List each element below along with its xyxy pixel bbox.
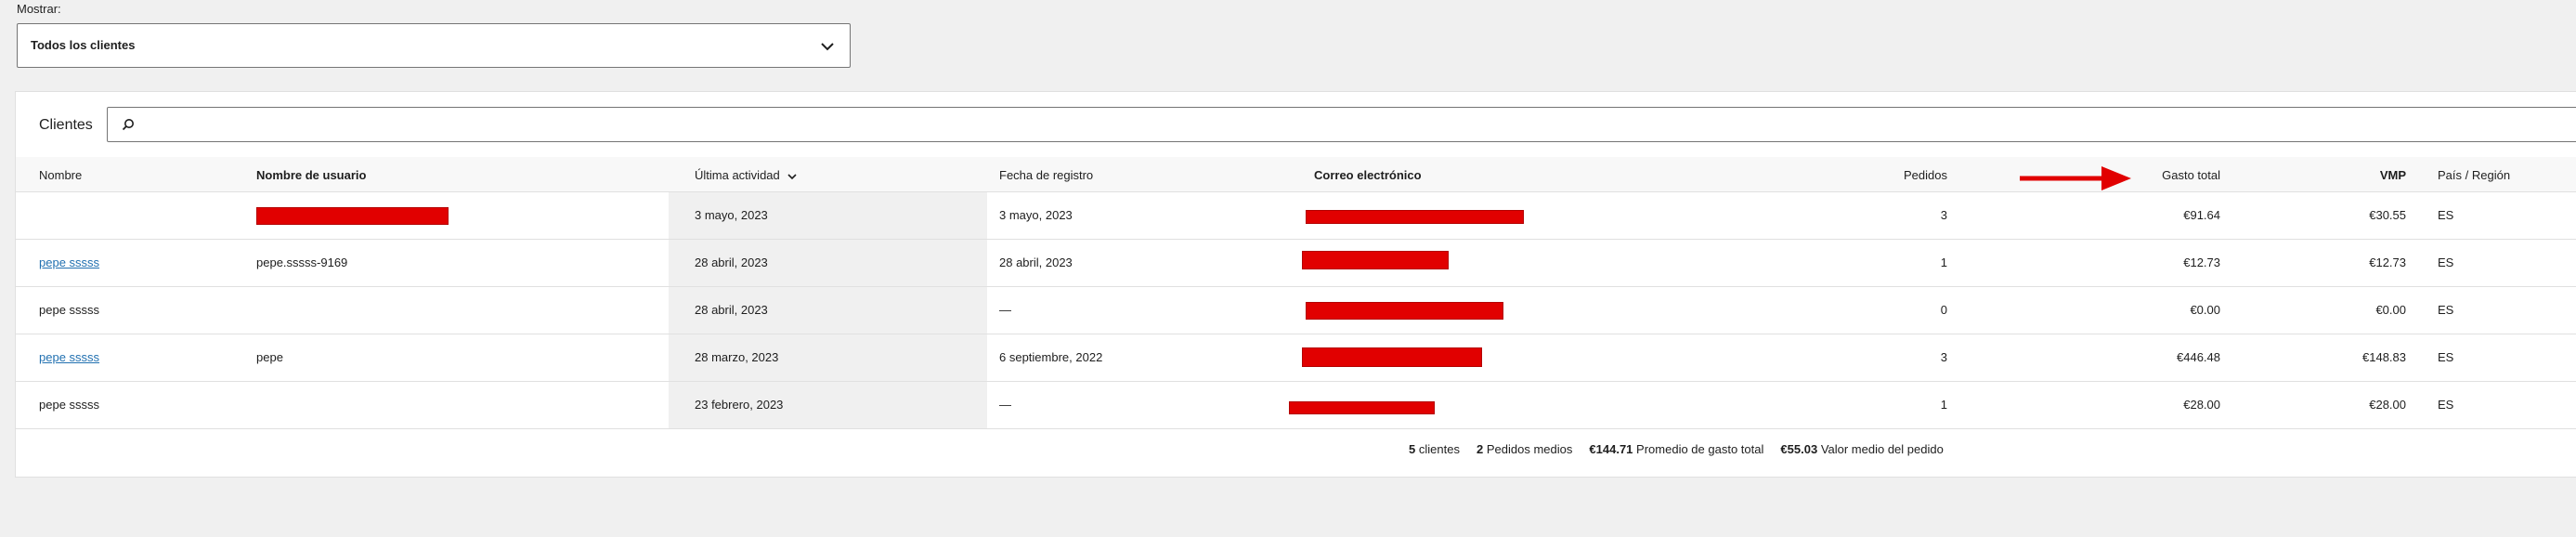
arrow-annotation-icon — [2020, 166, 2131, 190]
table-row: pepe sssss 28 abril, 2023 — 0 €0.00 €0.0… — [16, 286, 2576, 334]
col-header-country[interactable]: País / Región — [2438, 168, 2510, 182]
cell-country: ES — [2438, 398, 2454, 412]
cell-total-spend: €28.00 — [2183, 398, 2220, 412]
search-box[interactable] — [107, 107, 2576, 142]
cell-last-active: 28 marzo, 2023 — [695, 350, 779, 364]
col-header-last-active[interactable]: Última actividad — [695, 168, 798, 182]
filter-selected-value: Todos los clientes — [31, 38, 136, 52]
cell-name-link[interactable]: pepe sssss — [39, 350, 99, 364]
cell-country: ES — [2438, 303, 2454, 317]
summary-avg-spend-label: Promedio de gasto total — [1636, 442, 1764, 456]
summary-customers-count: 5 — [1409, 442, 1416, 456]
table-row: pepe sssss 23 febrero, 2023 — 1 €28.00 €… — [16, 381, 2576, 429]
filter-label: Mostrar: — [17, 2, 61, 16]
chevron-down-icon — [787, 173, 797, 179]
customers-card: Clientes Nombre Nombre de usuario Última… — [15, 91, 2576, 478]
col-header-last-active-label: Última actividad — [695, 168, 780, 182]
summary-avg-orders-label: Pedidos medios — [1486, 442, 1573, 456]
cell-country: ES — [2438, 208, 2454, 222]
summary-bar: 5 clientes 2 Pedidos medios €144.71 Prom… — [1409, 442, 1944, 456]
redacted-email — [1302, 251, 1449, 269]
cell-last-active: 3 mayo, 2023 — [695, 208, 768, 222]
col-header-username[interactable]: Nombre de usuario — [256, 168, 366, 182]
cell-aov: €12.73 — [2369, 255, 2406, 269]
cell-orders: 3 — [1940, 350, 1947, 364]
redacted-email — [1289, 401, 1435, 414]
col-header-email[interactable]: Correo electrónico — [1314, 168, 1422, 182]
cell-date-registered: 6 septiembre, 2022 — [999, 350, 1103, 364]
cell-username: pepe.sssss-9169 — [256, 255, 348, 269]
cell-total-spend: €446.48 — [2177, 350, 2220, 364]
cell-total-spend: €0.00 — [2190, 303, 2220, 317]
cell-aov: €28.00 — [2369, 398, 2406, 412]
cell-name: pepe sssss — [39, 398, 100, 412]
cell-aov: €148.83 — [2362, 350, 2406, 364]
card-title: Clientes — [39, 117, 93, 133]
summary-customers-label: clientes — [1418, 442, 1460, 456]
col-header-name[interactable]: Nombre — [39, 168, 82, 182]
search-icon — [122, 119, 134, 131]
table-row: 3 mayo, 2023 3 mayo, 2023 3 €91.64 €30.5… — [16, 191, 2576, 240]
redacted-email — [1306, 210, 1524, 224]
redacted-email — [1306, 302, 1503, 320]
cell-date-registered: 28 abril, 2023 — [999, 255, 1073, 269]
cell-date-registered: 3 mayo, 2023 — [999, 208, 1073, 222]
cell-orders: 1 — [1940, 398, 1947, 412]
cell-total-spend: €12.73 — [2183, 255, 2220, 269]
cell-orders: 3 — [1940, 208, 1947, 222]
summary-aov-value: €55.03 — [1780, 442, 1818, 456]
customer-filter-select[interactable]: Todos los clientes — [17, 23, 851, 68]
cell-name: pepe sssss — [39, 303, 100, 317]
redacted-username — [256, 207, 449, 225]
summary-avg-orders: 2 — [1477, 442, 1484, 456]
col-header-date-registered[interactable]: Fecha de registro — [999, 168, 1093, 182]
cell-username: pepe — [256, 350, 283, 364]
cell-name-link[interactable]: pepe sssss — [39, 255, 99, 269]
col-header-orders[interactable]: Pedidos — [1854, 168, 1947, 182]
cell-last-active: 28 abril, 2023 — [695, 303, 768, 317]
col-header-aov[interactable]: VMP — [2295, 168, 2406, 182]
cell-country: ES — [2438, 350, 2454, 364]
cell-aov: €0.00 — [2375, 303, 2406, 317]
summary-avg-spend: €144.71 — [1589, 442, 1633, 456]
cell-orders: 0 — [1940, 303, 1947, 317]
cell-country: ES — [2438, 255, 2454, 269]
search-input[interactable] — [145, 113, 2470, 138]
cell-date-registered: — — [999, 398, 1011, 412]
chevron-down-icon — [821, 43, 834, 51]
redacted-email — [1302, 347, 1482, 367]
cell-last-active: 23 febrero, 2023 — [695, 398, 784, 412]
table-row: pepe sssss pepe.sssss-9169 28 abril, 202… — [16, 239, 2576, 287]
cell-total-spend: €91.64 — [2183, 208, 2220, 222]
table-header: Nombre Nombre de usuario Última activida… — [16, 157, 2576, 192]
cell-orders: 1 — [1940, 255, 1947, 269]
cell-date-registered: — — [999, 303, 1011, 317]
cell-aov: €30.55 — [2369, 208, 2406, 222]
table-row: pepe sssss pepe 28 marzo, 2023 6 septiem… — [16, 334, 2576, 382]
cell-last-active: 28 abril, 2023 — [695, 255, 768, 269]
summary-aov-label: Valor medio del pedido — [1820, 442, 1944, 456]
